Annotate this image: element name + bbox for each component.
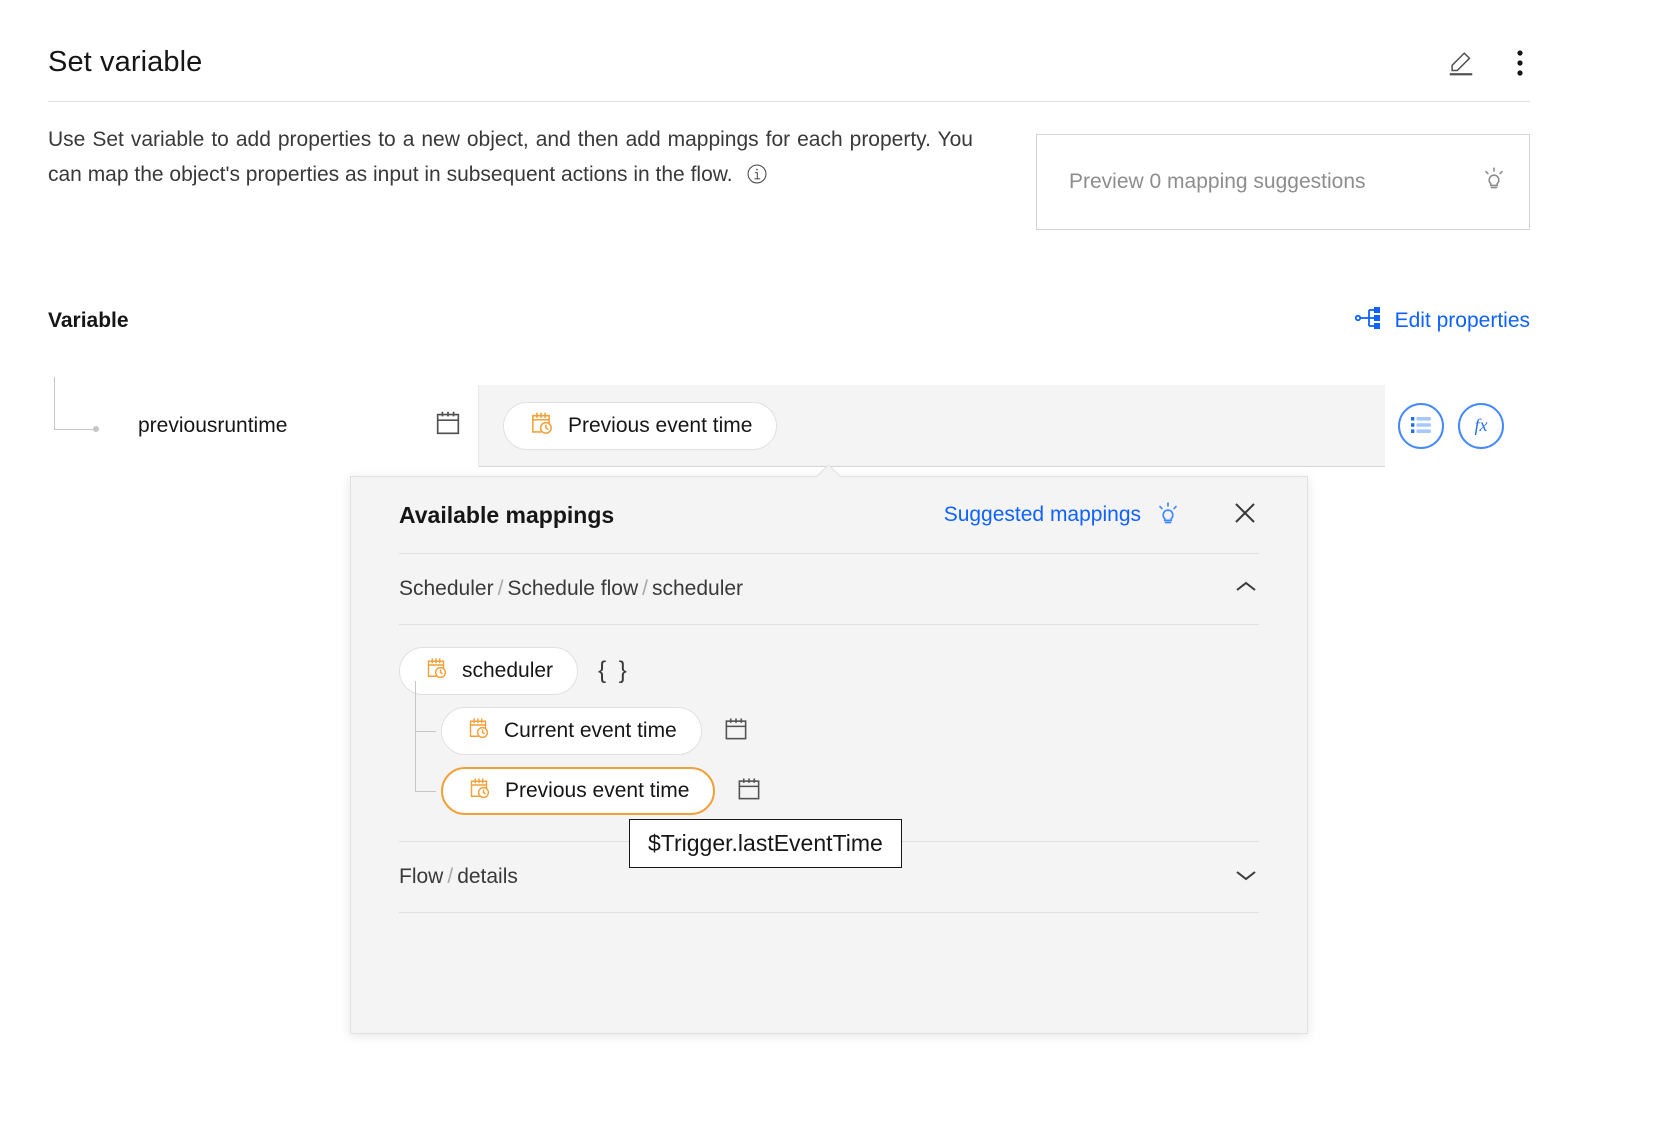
property-row: previousruntime Previous event time fx bbox=[48, 377, 1530, 467]
chevron-down-icon[interactable] bbox=[1233, 867, 1259, 888]
tree-node-previous-event-time[interactable]: Previous event time bbox=[415, 701, 1259, 821]
edit-button[interactable] bbox=[1446, 48, 1476, 78]
calendar-icon bbox=[722, 715, 750, 748]
panel-header: Set variable bbox=[48, 24, 1530, 102]
flow-details-part-0: Flow bbox=[399, 865, 444, 888]
mapping-expression-tooltip: $Trigger.lastEventTime bbox=[629, 819, 902, 868]
available-mappings-panel: Available mappings Suggested mappings Sc… bbox=[350, 476, 1308, 1034]
object-braces-label: { } bbox=[598, 657, 630, 684]
mapping-chip-label: Current event time bbox=[504, 719, 677, 742]
preview-mapping-suggestions-box[interactable]: Preview 0 mapping suggestions bbox=[1036, 134, 1530, 230]
description-text: Use Set variable to add properties to a … bbox=[48, 122, 973, 196]
expression-button[interactable]: fx bbox=[1458, 403, 1504, 449]
information-icon[interactable] bbox=[746, 161, 768, 196]
breadcrumb-separator: / bbox=[497, 577, 504, 600]
property-value-chip[interactable]: Previous event time bbox=[503, 401, 778, 450]
lightbulb-icon[interactable] bbox=[1155, 501, 1181, 529]
mapping-chip-label: scheduler bbox=[462, 659, 554, 682]
calendar-icon bbox=[433, 408, 463, 443]
flow-details-part-1: details bbox=[457, 865, 518, 888]
overflow-menu-icon bbox=[1516, 47, 1524, 79]
property-field-actions: fx bbox=[1398, 403, 1504, 449]
tree-node-current-event-time[interactable]: Current event time bbox=[415, 681, 1259, 761]
edit-properties-link[interactable]: Edit properties bbox=[1354, 305, 1530, 337]
mappings-panel-header: Available mappings Suggested mappings bbox=[399, 477, 1259, 554]
mappings-tree: scheduler { } Current event time Previou… bbox=[399, 625, 1259, 821]
tree-node-scheduler[interactable]: scheduler { } bbox=[399, 641, 1259, 701]
close-button[interactable] bbox=[1231, 499, 1259, 532]
edit-properties-label: Edit properties bbox=[1394, 309, 1530, 332]
event-time-icon bbox=[528, 410, 554, 442]
chevron-up-icon[interactable] bbox=[1233, 579, 1259, 600]
panel-caret bbox=[817, 465, 841, 477]
svg-text:fx: fx bbox=[1475, 415, 1488, 435]
variable-heading: Variable bbox=[48, 309, 129, 332]
pencil-icon bbox=[1446, 48, 1476, 78]
breadcrumb-part-0: Scheduler bbox=[399, 577, 494, 600]
breadcrumb-part-2: scheduler bbox=[652, 577, 744, 600]
list-view-button[interactable] bbox=[1398, 403, 1444, 449]
property-name: previousruntime bbox=[138, 414, 288, 437]
mappings-panel-title: Available mappings bbox=[399, 501, 615, 528]
breadcrumb-part-1: Schedule flow bbox=[507, 577, 639, 600]
properties-tree-icon bbox=[1354, 305, 1383, 337]
suggested-mappings-link[interactable]: Suggested mappings bbox=[944, 503, 1141, 527]
property-value-field[interactable]: Previous event time bbox=[418, 384, 1385, 467]
mapping-chip-previous-event-time[interactable]: Previous event time bbox=[441, 767, 716, 815]
overflow-menu-button[interactable] bbox=[1516, 47, 1524, 79]
tree-connector-line bbox=[54, 377, 99, 432]
description-row: Use Set variable to add properties to a … bbox=[48, 122, 1530, 230]
breadcrumb: Scheduler / Schedule flow / scheduler bbox=[399, 577, 743, 601]
breadcrumb-separator: / bbox=[642, 577, 648, 600]
flow-details-breadcrumb: Flow / details bbox=[399, 865, 518, 889]
variable-section-header: Variable Edit properties bbox=[48, 305, 1530, 337]
calendar-icon bbox=[735, 775, 763, 808]
mapping-chip-label: Previous event time bbox=[505, 779, 690, 802]
close-icon bbox=[1231, 499, 1259, 532]
flow-details-separator: / bbox=[447, 865, 454, 888]
description-copy: Use Set variable to add properties to a … bbox=[48, 128, 973, 186]
event-time-icon bbox=[466, 716, 490, 746]
header-actions bbox=[1446, 47, 1530, 79]
event-time-icon bbox=[467, 776, 491, 806]
lightbulb-icon bbox=[1481, 166, 1507, 199]
mappings-breadcrumb-row[interactable]: Scheduler / Schedule flow / scheduler bbox=[399, 554, 1259, 625]
preview-label: Preview 0 mapping suggestions bbox=[1069, 170, 1366, 193]
fx-icon: fx bbox=[1466, 412, 1496, 441]
mapping-chip-current-event-time[interactable]: Current event time bbox=[441, 707, 702, 755]
page-title: Set variable bbox=[48, 46, 203, 78]
property-value-chip-label: Previous event time bbox=[568, 413, 753, 437]
list-icon bbox=[1408, 412, 1434, 441]
property-type-indicator bbox=[418, 384, 479, 467]
